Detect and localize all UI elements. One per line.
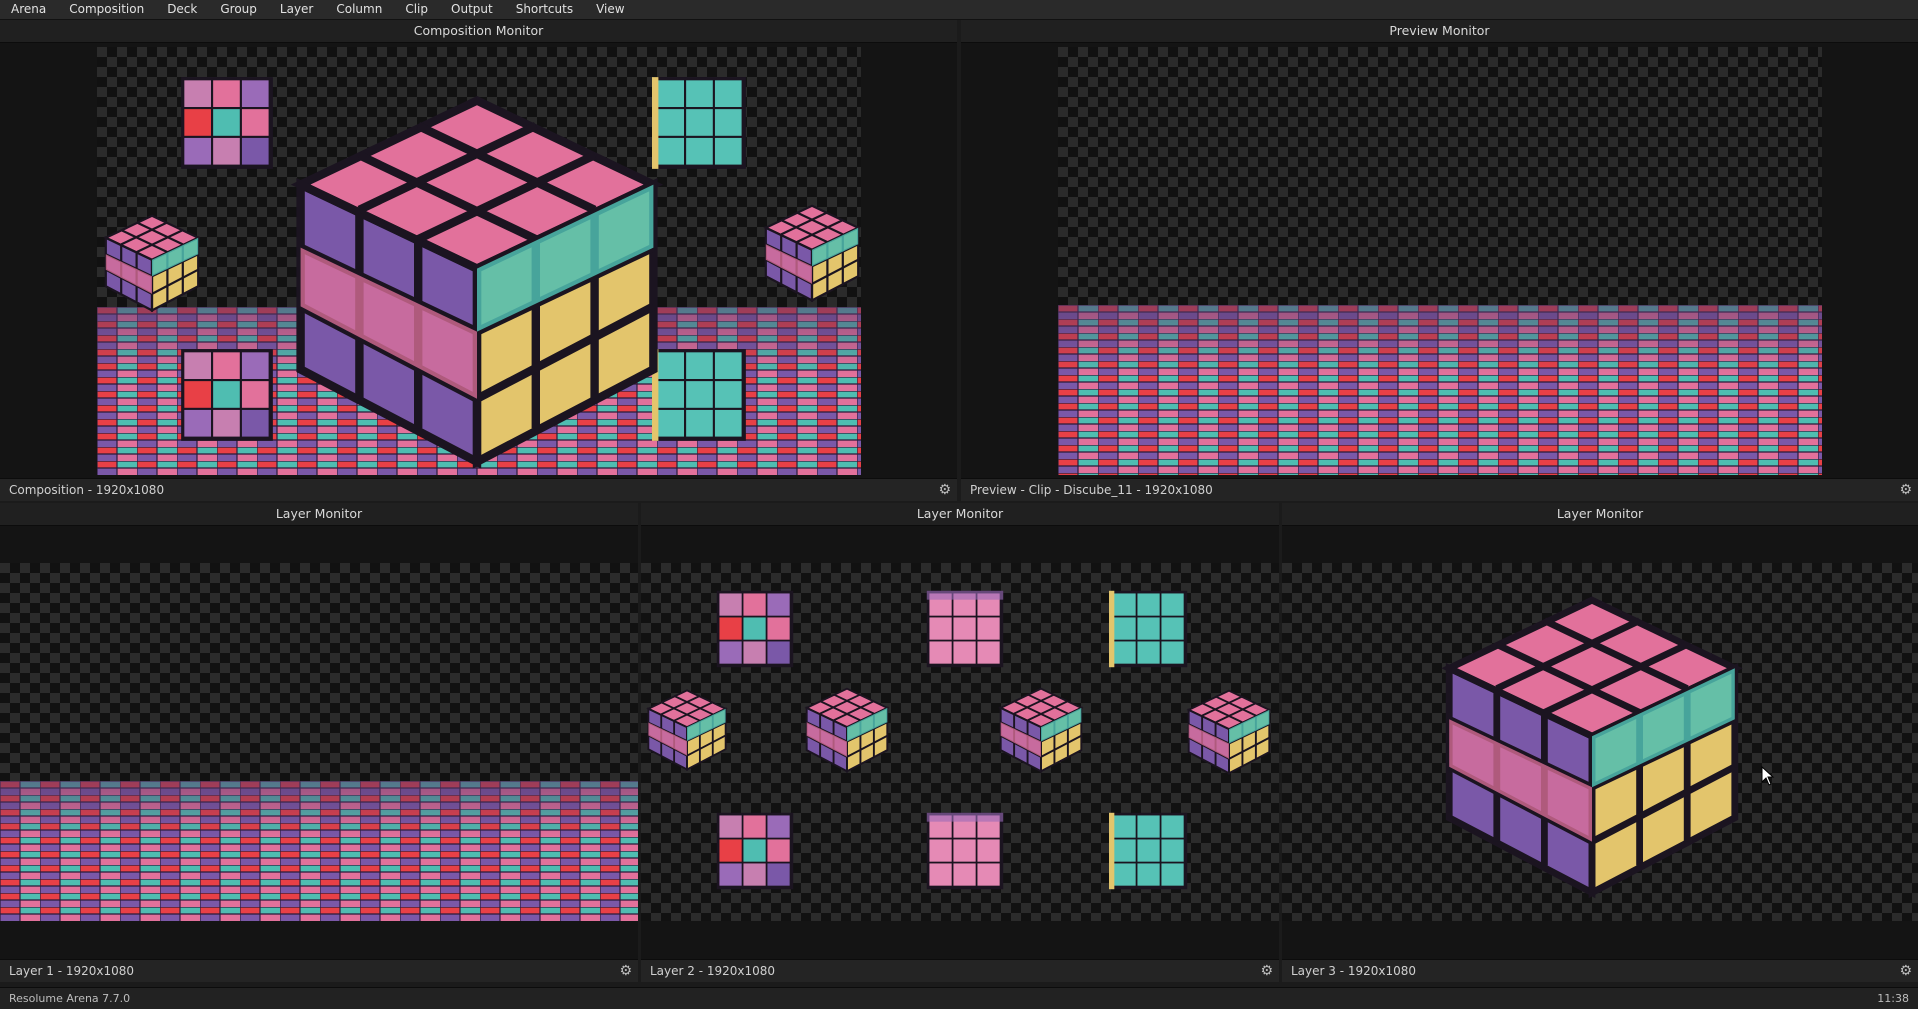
floating-cubes-image bbox=[104, 77, 860, 475]
gear-icon[interactable]: ⚙ bbox=[1260, 960, 1273, 982]
layer-2-resolution-label: Layer 2 - 1920x1080 bbox=[650, 964, 776, 978]
layer-1-view[interactable] bbox=[0, 563, 638, 921]
layer-2-view[interactable] bbox=[641, 563, 1279, 921]
preview-monitor-footer: Preview - Clip - Discube_11 - 1920x1080 … bbox=[961, 478, 1918, 501]
layer-1-footer: Layer 1 - 1920x1080 ⚙ bbox=[0, 959, 638, 982]
layer-monitor-title: Layer Monitor bbox=[1282, 503, 1918, 526]
menu-clip[interactable]: Clip bbox=[394, 0, 440, 19]
layer-3-resolution-label: Layer 3 - 1920x1080 bbox=[1291, 964, 1417, 978]
menu-deck[interactable]: Deck bbox=[156, 0, 209, 19]
menu-composition[interactable]: Composition bbox=[58, 0, 156, 19]
gear-icon[interactable]: ⚙ bbox=[938, 479, 951, 501]
layer-monitor-title: Layer Monitor bbox=[641, 503, 1279, 526]
composition-monitor: Composition Monitor Composition - 1920x1… bbox=[0, 20, 957, 501]
layer-monitor-2: Layer Monitor Layer 2 - 1920x1080 ⚙ bbox=[641, 503, 1279, 982]
layer-3-footer: Layer 3 - 1920x1080 ⚙ bbox=[1282, 959, 1918, 982]
layer-3-view[interactable] bbox=[1282, 563, 1918, 921]
dance-floor-image bbox=[0, 781, 638, 921]
menu-shortcuts[interactable]: Shortcuts bbox=[505, 0, 585, 19]
gear-icon[interactable]: ⚙ bbox=[1899, 960, 1912, 982]
floating-cubes-image bbox=[647, 590, 1271, 890]
composition-monitor-title: Composition Monitor bbox=[0, 20, 957, 43]
menu-arena[interactable]: Arena bbox=[0, 0, 58, 19]
layer-1-resolution-label: Layer 1 - 1920x1080 bbox=[9, 964, 135, 978]
menu-bar: Arena Composition Deck Group Layer Colum… bbox=[0, 0, 1918, 20]
composition-monitor-footer: Composition - 1920x1080 ⚙ bbox=[0, 478, 957, 501]
large-cube-image bbox=[1282, 563, 1918, 921]
layer-monitor-1: Layer Monitor Layer 1 - 1920x1080 ⚙ bbox=[0, 503, 638, 982]
preview-monitor: Preview Monitor Preview - Clip - Discube… bbox=[961, 20, 1918, 501]
preview-output-view[interactable] bbox=[1058, 47, 1822, 475]
app-version: Resolume Arena 7.7.0 bbox=[9, 992, 131, 1005]
status-bar: Resolume Arena 7.7.0 11:38 bbox=[0, 987, 1918, 1009]
menu-layer[interactable]: Layer bbox=[269, 0, 325, 19]
layer-2-footer: Layer 2 - 1920x1080 ⚙ bbox=[641, 959, 1279, 982]
menu-output[interactable]: Output bbox=[440, 0, 505, 19]
layer-monitor-3: Layer Monitor Layer 3 - 1920x1080 ⚙ bbox=[1282, 503, 1918, 982]
preview-clip-label: Preview - Clip - Discube_11 - 1920x1080 bbox=[970, 483, 1213, 497]
dance-floor-image bbox=[1058, 305, 1822, 475]
layer-monitor-title: Layer Monitor bbox=[0, 503, 638, 526]
mouse-pointer-icon bbox=[1761, 766, 1775, 786]
composition-output-view[interactable] bbox=[97, 47, 861, 475]
composition-resolution-label: Composition - 1920x1080 bbox=[9, 483, 165, 497]
preview-monitor-title: Preview Monitor bbox=[961, 20, 1918, 43]
clock-time: 11:38 bbox=[1877, 992, 1909, 1005]
gear-icon[interactable]: ⚙ bbox=[619, 960, 632, 982]
menu-column[interactable]: Column bbox=[325, 0, 394, 19]
menu-view[interactable]: View bbox=[585, 0, 636, 19]
menu-group[interactable]: Group bbox=[209, 0, 269, 19]
gear-icon[interactable]: ⚙ bbox=[1899, 479, 1912, 501]
